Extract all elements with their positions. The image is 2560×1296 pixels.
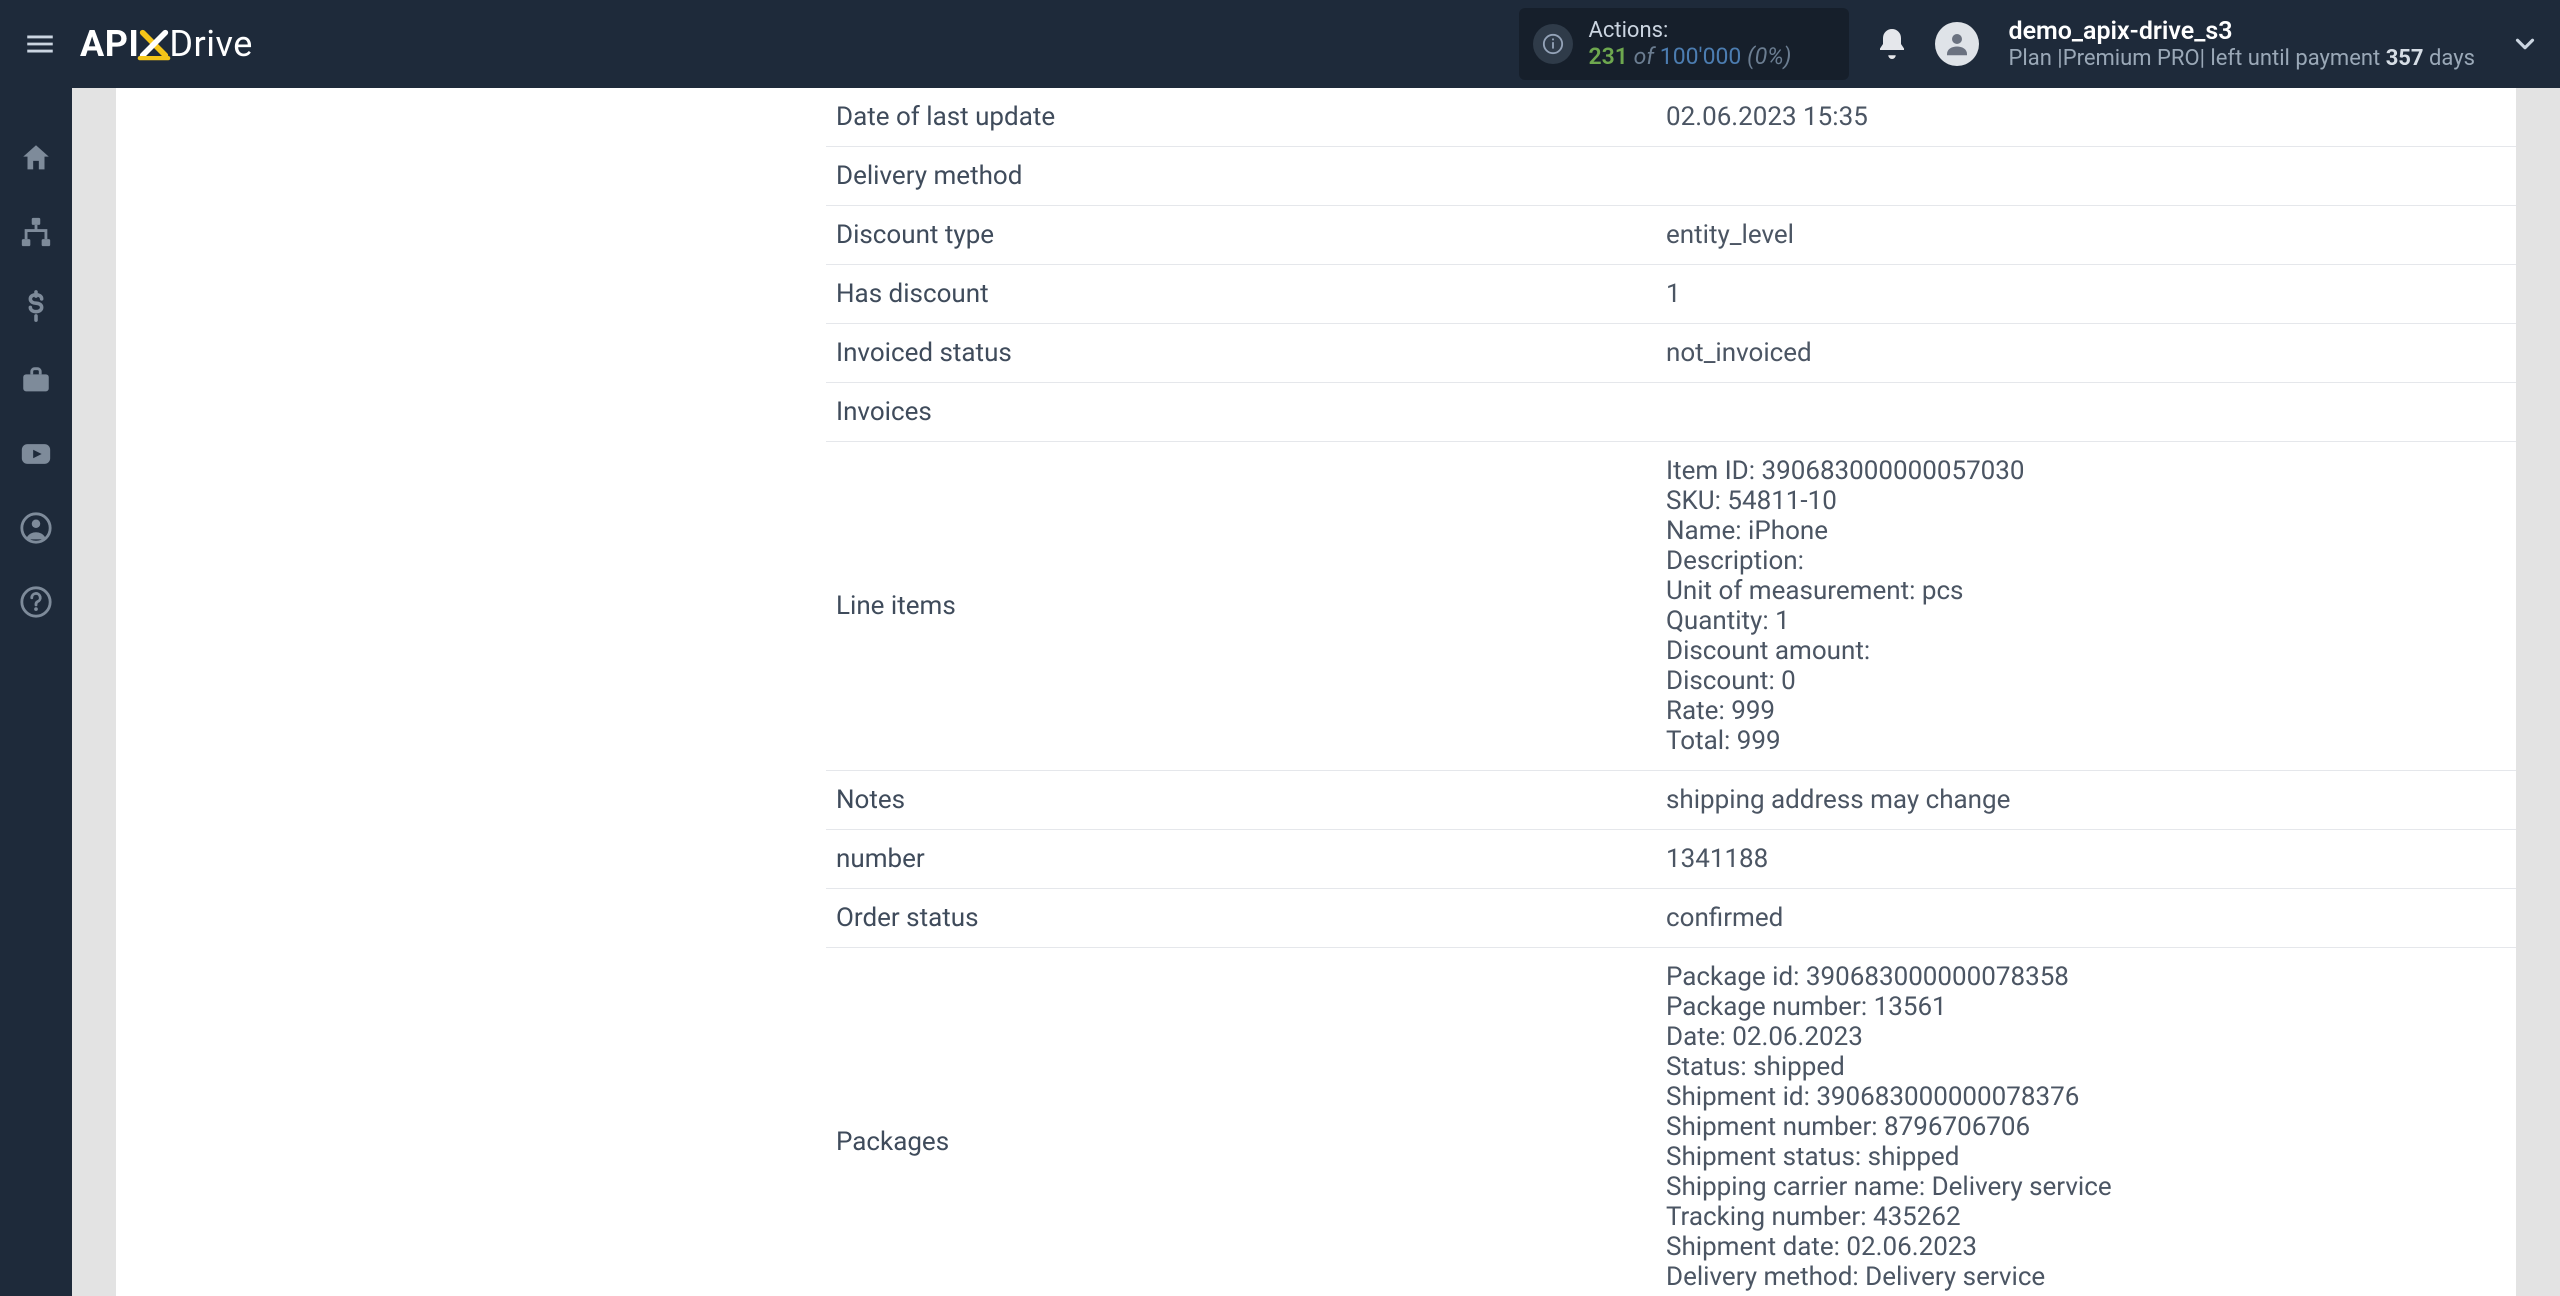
- row-invoices: Invoices: [826, 383, 2516, 442]
- row-packages: Packages Package id: 390683000000078358 …: [826, 948, 2516, 1296]
- plan-mid: | left until payment: [2200, 46, 2386, 71]
- field-label: number: [836, 844, 1666, 874]
- sidebar-help[interactable]: [16, 582, 56, 622]
- actions-used: 231: [1589, 43, 1628, 70]
- data-panel: Date of last update 02.06.2023 15:35 Del…: [826, 88, 2516, 1296]
- logo-text: APIDrive: [80, 23, 253, 65]
- actions-numbers: 231 of 100'000 (0%): [1589, 43, 1829, 70]
- row-notes: Notes shipping address may change: [826, 771, 2516, 830]
- field-label: Packages: [836, 1127, 1666, 1157]
- data-grid: Date of last update 02.06.2023 15:35 Del…: [826, 88, 2516, 1296]
- row-invoiced-status: Invoiced status not_invoiced: [826, 324, 2516, 383]
- actions-counter[interactable]: Actions: 231 of 100'000 (0%): [1519, 8, 1849, 80]
- actions-label: Actions:: [1589, 18, 1829, 43]
- field-value: not_invoiced: [1666, 338, 2506, 368]
- content-panel: Date of last update 02.06.2023 15:35 Del…: [116, 88, 2516, 1296]
- row-delivery-method: Delivery method: [826, 147, 2516, 206]
- sidebar-connections[interactable]: [16, 212, 56, 252]
- menu-toggle-button[interactable]: [20, 24, 60, 64]
- user-circle-icon: [19, 511, 53, 545]
- field-label: Delivery method: [836, 161, 1666, 191]
- field-value: entity_level: [1666, 220, 2506, 250]
- field-value: 02.06.2023 15:35: [1666, 102, 2506, 132]
- avatar[interactable]: [1935, 22, 1979, 66]
- sidebar-home[interactable]: [16, 138, 56, 178]
- plan-days: 357: [2386, 46, 2424, 71]
- dollar-icon: [19, 289, 53, 323]
- field-value: 1: [1666, 279, 2506, 309]
- plan-days-suffix: days: [2424, 46, 2475, 71]
- field-value: confirmed: [1666, 903, 2506, 933]
- actions-pct: (0%): [1747, 43, 1791, 70]
- row-date-last-update: Date of last update 02.06.2023 15:35: [826, 88, 2516, 147]
- field-value: shipping address may change: [1666, 785, 2506, 815]
- plan-name: Premium PRO: [2063, 46, 2200, 71]
- user-plan-line: Plan |Premium PRO| left until payment 35…: [2009, 46, 2476, 71]
- row-discount-type: Discount type entity_level: [826, 206, 2516, 265]
- field-label: Date of last update: [836, 102, 1666, 132]
- notifications-button[interactable]: [1874, 26, 1910, 62]
- chevron-down-icon[interactable]: [2510, 29, 2540, 59]
- logo[interactable]: APIDrive: [80, 23, 253, 65]
- info-icon: [1533, 24, 1573, 64]
- field-label: Invoices: [836, 397, 1666, 427]
- actions-total: 100'000: [1660, 43, 1742, 70]
- sitemap-icon: [19, 215, 53, 249]
- main-area: Date of last update 02.06.2023 15:35 Del…: [72, 88, 2560, 1296]
- field-label: Discount type: [836, 220, 1666, 250]
- sidebar-work[interactable]: [16, 360, 56, 400]
- actions-of: of: [1634, 43, 1654, 70]
- logo-x-icon: [137, 27, 171, 61]
- sidebar-billing[interactable]: [16, 286, 56, 326]
- panel-left-spacer: [116, 88, 826, 1296]
- question-icon: [19, 585, 53, 619]
- user-name: demo_apix-drive_s3: [2009, 17, 2476, 46]
- briefcase-icon: [19, 363, 53, 397]
- sidebar: [0, 88, 72, 1296]
- field-label: Line items: [836, 591, 1666, 621]
- field-label: Has discount: [836, 279, 1666, 309]
- user-icon: [1942, 29, 1972, 59]
- row-order-status: Order status confirmed: [826, 889, 2516, 948]
- row-number: number 1341188: [826, 830, 2516, 889]
- top-bar: APIDrive Actions: 231 of 100'000 (0%) de…: [0, 0, 2560, 88]
- row-line-items: Line items Item ID: 390683000000057030 S…: [826, 442, 2516, 771]
- bell-icon: [1874, 26, 1910, 62]
- sidebar-video[interactable]: [16, 434, 56, 474]
- field-value: 1341188: [1666, 844, 2506, 874]
- field-value: Item ID: 390683000000057030 SKU: 54811-1…: [1666, 456, 2506, 756]
- field-label: Order status: [836, 903, 1666, 933]
- youtube-icon: [19, 437, 53, 471]
- row-has-discount: Has discount 1: [826, 265, 2516, 324]
- sidebar-account[interactable]: [16, 508, 56, 548]
- field-value: Package id: 390683000000078358 Package n…: [1666, 962, 2506, 1296]
- home-icon: [19, 141, 53, 175]
- plan-prefix: Plan |: [2009, 46, 2063, 71]
- user-block[interactable]: demo_apix-drive_s3 Plan |Premium PRO| le…: [2009, 17, 2476, 71]
- field-label: Notes: [836, 785, 1666, 815]
- field-label: Invoiced status: [836, 338, 1666, 368]
- hamburger-icon: [23, 27, 57, 61]
